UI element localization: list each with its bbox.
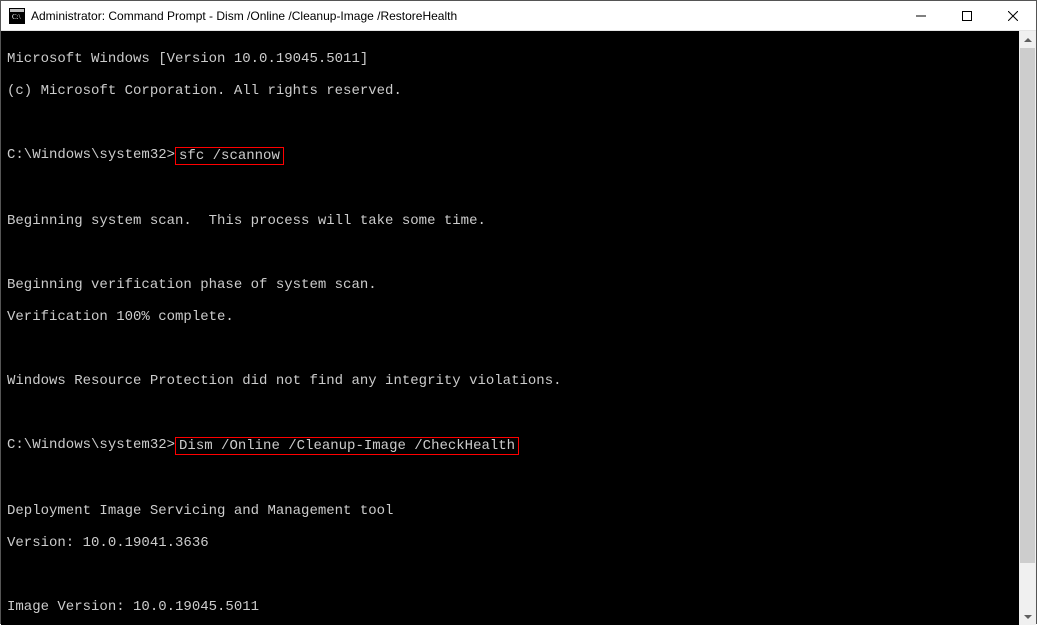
- prompt: C:\Windows\system32>: [7, 147, 175, 163]
- output-line: Beginning system scan. This process will…: [7, 213, 1032, 229]
- output-line: Microsoft Windows [Version 10.0.19045.50…: [7, 51, 1032, 67]
- output-line: Deployment Image Servicing and Managemen…: [7, 503, 1032, 519]
- output-line: Image Version: 10.0.19045.5011: [7, 599, 1032, 615]
- blank-line: [7, 405, 1032, 421]
- scroll-track[interactable]: [1019, 48, 1036, 608]
- scroll-thumb[interactable]: [1020, 48, 1035, 563]
- prompt: C:\Windows\system32>: [7, 437, 175, 453]
- output-line: (c) Microsoft Corporation. All rights re…: [7, 83, 1032, 99]
- svg-text:C:\: C:\: [12, 13, 21, 21]
- minimize-button[interactable]: [898, 1, 944, 30]
- window-controls: [898, 1, 1036, 30]
- output-line: Windows Resource Protection did not find…: [7, 373, 1032, 389]
- output-line: Verification 100% complete.: [7, 309, 1032, 325]
- output-line: Version: 10.0.19041.3636: [7, 535, 1032, 551]
- blank-line: [7, 181, 1032, 197]
- close-button[interactable]: [990, 1, 1036, 30]
- blank-line: [7, 115, 1032, 131]
- terminal-output[interactable]: Microsoft Windows [Version 10.0.19045.50…: [1, 31, 1036, 625]
- command-highlight: Dism /Online /Cleanup-Image /CheckHealth: [175, 437, 519, 455]
- blank-line: [7, 567, 1032, 583]
- output-line: Beginning verification phase of system s…: [7, 277, 1032, 293]
- vertical-scrollbar[interactable]: [1019, 31, 1036, 625]
- cmd-icon: C:\: [9, 8, 25, 24]
- titlebar[interactable]: C:\ Administrator: Command Prompt - Dism…: [1, 1, 1036, 31]
- command-highlight: sfc /scannow: [175, 147, 284, 165]
- scroll-up-arrow-icon[interactable]: [1019, 31, 1036, 48]
- blank-line: [7, 245, 1032, 261]
- maximize-button[interactable]: [944, 1, 990, 30]
- blank-line: [7, 471, 1032, 487]
- window-title: Administrator: Command Prompt - Dism /On…: [31, 9, 898, 23]
- scroll-down-arrow-icon[interactable]: [1019, 608, 1036, 625]
- prompt-line: C:\Windows\system32>sfc /scannow: [7, 147, 1032, 165]
- prompt-line: C:\Windows\system32>Dism /Online /Cleanu…: [7, 437, 1032, 455]
- blank-line: [7, 341, 1032, 357]
